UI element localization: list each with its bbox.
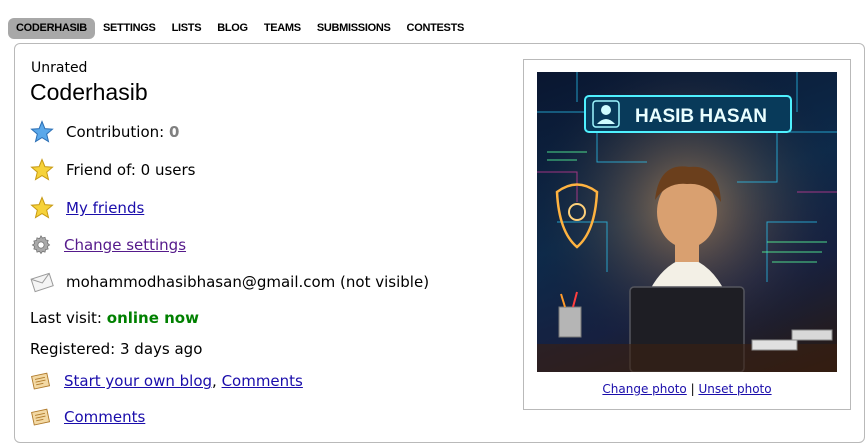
email-row: mohammodhasibhasan@gmail.com (not visibl… [30, 270, 429, 294]
tab-blog[interactable]: BLOG [209, 18, 256, 39]
my-friends-row: My friends [30, 196, 144, 220]
notebook-icon [30, 405, 52, 429]
blog-comments-link[interactable]: Comments [222, 372, 303, 390]
tab-coderhasib[interactable]: CODERHASIB [8, 18, 95, 39]
tab-contests[interactable]: CONTESTS [399, 18, 473, 39]
photo-link-separator: | [686, 382, 699, 396]
contribution-value: 0 [168, 123, 180, 141]
profile-photo: HASIB HASAN [537, 72, 837, 372]
user-rank: Unrated [31, 60, 88, 76]
email-text: mohammodhasibhasan@gmail.com (not visibl… [66, 273, 430, 291]
unset-photo-link[interactable]: Unset photo [698, 382, 771, 396]
last-visit-label: Last visit: [30, 309, 102, 327]
blog-separator: , [212, 372, 222, 390]
photo-banner-text: HASIB HASAN [635, 106, 767, 127]
comments-row: Comments [30, 405, 145, 429]
friend-of-text: Friend of: 0 users [66, 161, 196, 179]
notebook-icon [30, 369, 52, 393]
last-visit-row: Last visit: online now [30, 309, 199, 327]
contribution-row: Contribution: 0 [30, 120, 179, 144]
envelope-icon [30, 270, 54, 294]
friend-of-row: Friend of: 0 users [30, 158, 196, 182]
change-settings-row: Change settings [30, 233, 186, 257]
my-friends-link[interactable]: My friends [66, 199, 144, 217]
user-handle: Coderhasib [30, 79, 148, 105]
gold-star-icon [30, 196, 54, 220]
contribution-label: Contribution: [66, 123, 165, 141]
profile-photo-box: HASIB HASAN Change photo | Unset photo [523, 59, 851, 410]
start-blog-link[interactable]: Start your own blog [64, 372, 212, 390]
change-settings-link[interactable]: Change settings [64, 236, 186, 254]
blog-row: Start your own blog, Comments [30, 369, 303, 393]
tab-teams[interactable]: TEAMS [256, 18, 309, 39]
last-visit-value: online now [106, 309, 199, 327]
blue-star-icon [30, 120, 54, 144]
comments-link[interactable]: Comments [64, 408, 145, 426]
photo-links: Change photo | Unset photo [524, 382, 850, 396]
registered-row: Registered: 3 days ago [30, 340, 202, 358]
gear-icon [30, 233, 52, 257]
registered-text: Registered: 3 days ago [30, 340, 203, 358]
gold-star-icon [30, 158, 54, 182]
change-photo-link[interactable]: Change photo [602, 382, 686, 396]
tab-settings[interactable]: SETTINGS [95, 18, 164, 39]
tab-lists[interactable]: LISTS [164, 18, 210, 39]
profile-tabs: CODERHASIB SETTINGS LISTS BLOG TEAMS SUB… [8, 18, 472, 39]
tab-submissions[interactable]: SUBMISSIONS [309, 18, 399, 39]
